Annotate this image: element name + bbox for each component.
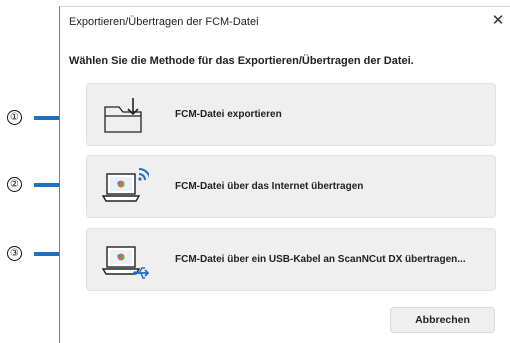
cancel-button[interactable]: Abbrechen xyxy=(390,307,495,333)
option-label: FCM-Datei über das Internet übertragen xyxy=(175,180,364,192)
window-title: Exportieren/Übertragen der FCM-Datei xyxy=(69,16,259,28)
close-button[interactable]: ✕ xyxy=(489,12,507,30)
laptop-wireless-icon xyxy=(101,168,151,208)
instruction-text: Wählen Sie die Methode für das Exportier… xyxy=(69,55,414,67)
export-fcm-option[interactable]: FCM-Datei exportieren xyxy=(86,83,496,146)
callout-number: ① xyxy=(7,110,22,125)
option-label: FCM-Datei exportieren xyxy=(175,108,282,120)
title-bar: Exportieren/Übertragen der FCM-Datei ✕ xyxy=(60,7,510,33)
usb-transfer-option[interactable]: FCM-Datei über ein USB-Kabel an ScanNCut… xyxy=(86,228,496,291)
folder-export-icon xyxy=(101,96,149,136)
laptop-usb-icon xyxy=(101,241,150,281)
callout-number: ② xyxy=(7,177,22,192)
option-label: FCM-Datei über ein USB-Kabel an ScanNCut… xyxy=(175,253,466,265)
internet-transfer-option[interactable]: FCM-Datei über das Internet übertragen xyxy=(86,155,496,218)
export-transfer-dialog: Exportieren/Übertragen der FCM-Datei ✕ W… xyxy=(59,6,510,343)
callout-number: ③ xyxy=(7,246,22,261)
